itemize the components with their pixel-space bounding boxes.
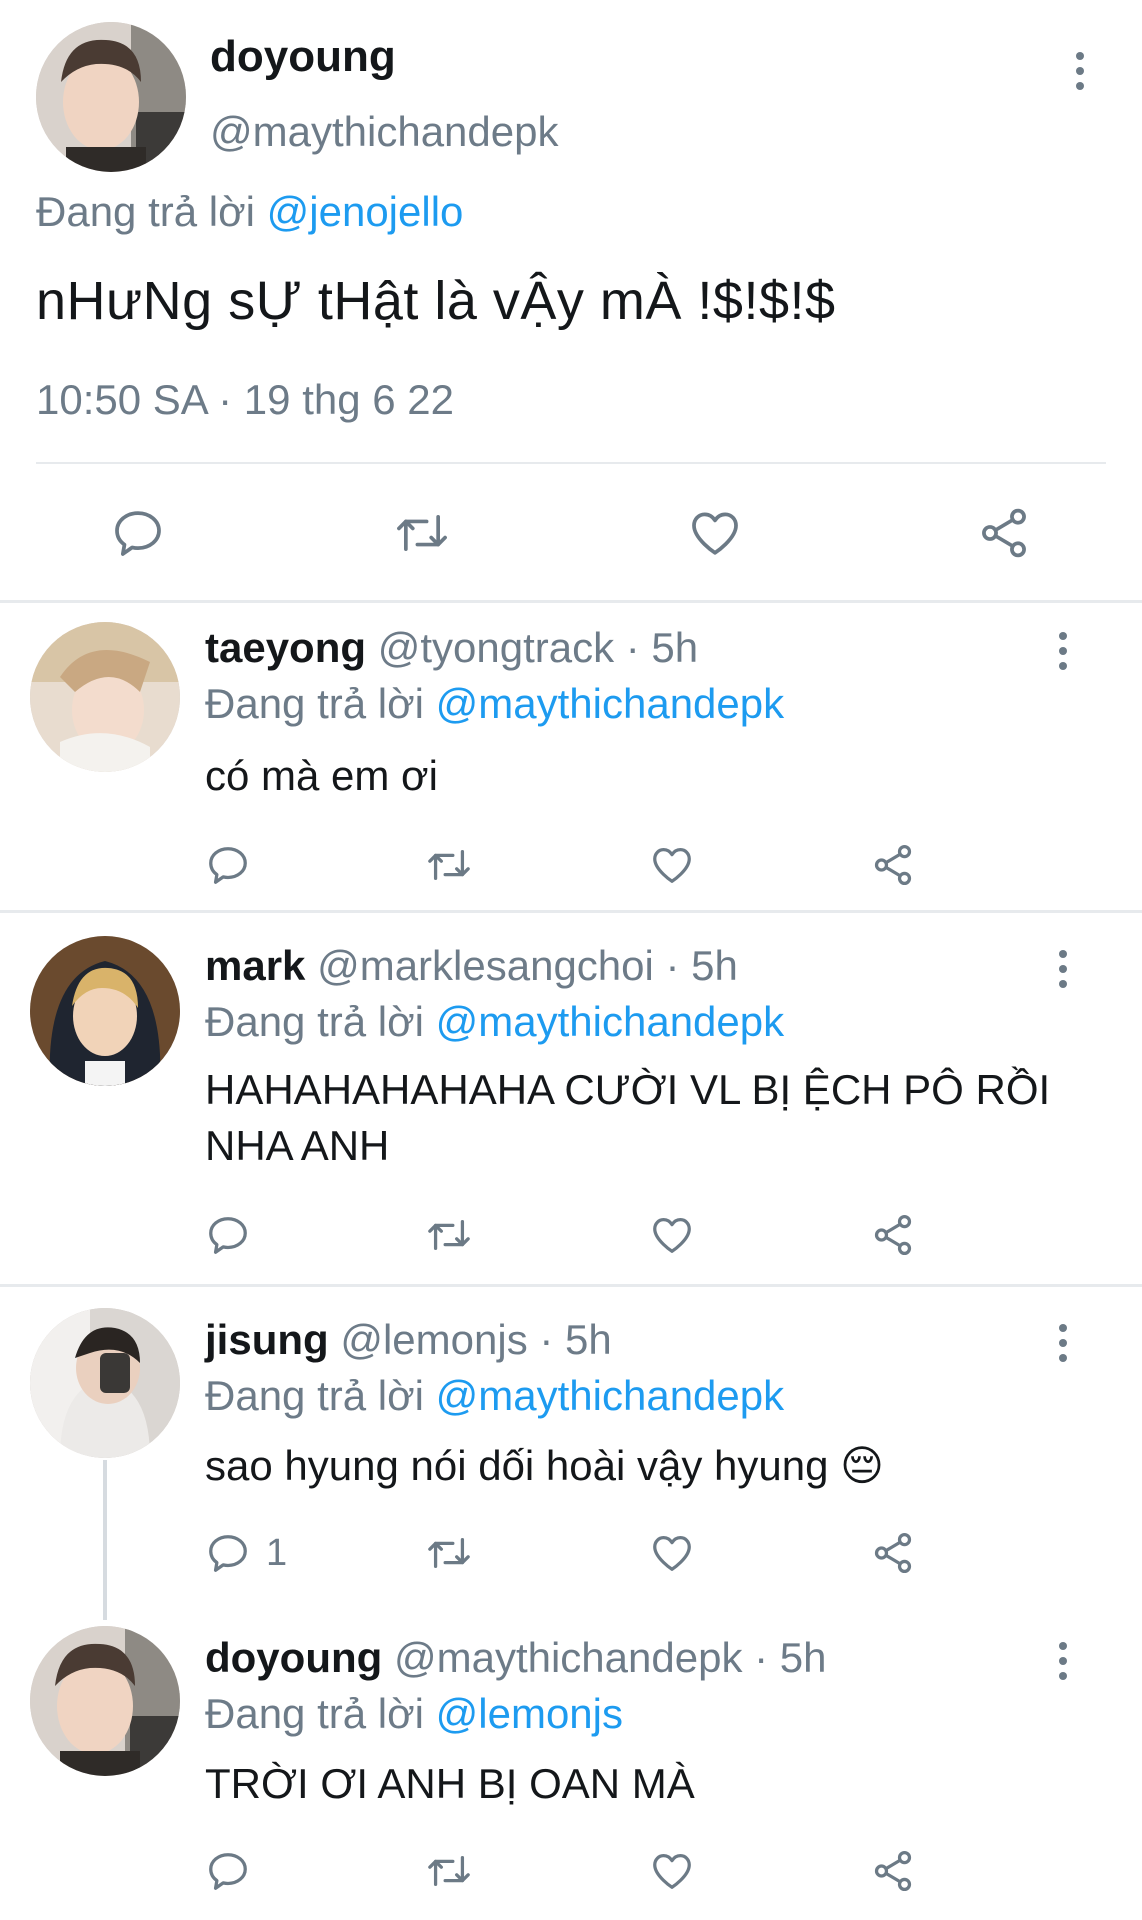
- author-handle[interactable]: @marklesangchoi: [317, 942, 654, 989]
- author-handle[interactable]: @maythichandepk: [210, 108, 559, 156]
- list-item[interactable]: taeyong @tyongtrack · 5h Đang trả lời @m…: [0, 600, 1142, 910]
- list-item[interactable]: mark @marklesangchoi · 5h Đang trả lời @…: [0, 912, 1142, 1284]
- share-icon[interactable]: [976, 505, 1032, 561]
- retweet-icon[interactable]: [424, 1212, 474, 1263]
- author-handle[interactable]: @lemonjs: [340, 1316, 527, 1363]
- replying-to: Đang trả lời @jenojello: [36, 188, 463, 236]
- share-icon[interactable]: [870, 1212, 916, 1263]
- reply-time: · 5h: [754, 1634, 827, 1681]
- share-icon[interactable]: [870, 1530, 916, 1581]
- more-options-icon[interactable]: [1058, 632, 1068, 670]
- like-icon[interactable]: [648, 1530, 696, 1581]
- author-handle[interactable]: @maythichandepk: [394, 1634, 743, 1681]
- like-icon[interactable]: [648, 1212, 696, 1263]
- replying-prefix: Đang trả lời: [205, 1372, 424, 1419]
- avatar[interactable]: [36, 22, 186, 172]
- like-icon[interactable]: [686, 505, 744, 561]
- more-options-icon[interactable]: [1058, 950, 1068, 988]
- reply-icon[interactable]: [110, 505, 166, 561]
- reply-text: TRỜI ƠI ANH BỊ OAN MÀ: [205, 1760, 695, 1807]
- replying-to: Đang trả lời @lemonjs: [205, 1690, 623, 1738]
- like-icon[interactable]: [648, 842, 696, 893]
- list-item[interactable]: jisung @lemonjs · 5h Đang trả lời @mayth…: [0, 1286, 1142, 1626]
- reply-header: mark @marklesangchoi · 5h: [205, 942, 738, 990]
- reply-icon[interactable]: [205, 1848, 251, 1899]
- replying-prefix: Đang trả lời: [205, 1690, 424, 1737]
- share-icon[interactable]: [870, 1848, 916, 1899]
- replying-to-link[interactable]: @maythichandepk: [436, 998, 785, 1045]
- reply-text: HAHAHAHAHAHA CƯỜI VL BỊ ỆCH PÔ RỒI NHA A…: [205, 1066, 1051, 1169]
- more-options-icon[interactable]: [1058, 1642, 1068, 1680]
- retweet-icon[interactable]: [424, 842, 474, 893]
- author-name[interactable]: jisung: [205, 1316, 329, 1363]
- author-name[interactable]: doyoung: [205, 1634, 382, 1681]
- retweet-icon[interactable]: [424, 1848, 474, 1899]
- retweet-icon[interactable]: [424, 1530, 474, 1581]
- more-options-icon[interactable]: [1075, 52, 1085, 90]
- replying-to-link[interactable]: @jenojello: [267, 188, 464, 235]
- reply-time: · 5h: [625, 624, 699, 671]
- divider: [36, 462, 1106, 464]
- replying-prefix: Đang trả lời: [205, 680, 424, 727]
- list-item[interactable]: doyoung @maythichandepk · 5h Đang trả lờ…: [0, 1604, 1142, 1920]
- tweet-timestamp: 10:50 SA · 19 thg 6 22: [36, 376, 454, 423]
- replying-to-link[interactable]: @maythichandepk: [436, 1372, 785, 1419]
- reply-time: · 5h: [665, 942, 738, 989]
- replying-to: Đang trả lời @maythichandepk: [205, 1372, 784, 1420]
- more-options-icon[interactable]: [1058, 1324, 1068, 1362]
- reply-count: 1: [266, 1532, 288, 1574]
- reply-header: jisung @lemonjs · 5h: [205, 1316, 612, 1364]
- reply-icon[interactable]: [205, 842, 251, 893]
- author-name[interactable]: mark: [205, 942, 305, 989]
- reply-time: · 5h: [539, 1316, 612, 1363]
- retweet-icon[interactable]: [392, 505, 452, 561]
- reply-header: doyoung @maythichandepk · 5h: [205, 1634, 827, 1682]
- replying-prefix: Đang trả lời: [205, 998, 424, 1045]
- replying-to: Đang trả lời @maythichandepk: [205, 998, 784, 1046]
- share-icon[interactable]: [870, 842, 916, 893]
- tweet-text: nHưNg sỰ tHật là vẬy mÀ !$!$!$: [36, 271, 836, 331]
- like-icon[interactable]: [648, 1848, 696, 1899]
- author-handle[interactable]: @tyongtrack: [378, 624, 614, 671]
- replying-to-link[interactable]: @lemonjs: [436, 1690, 623, 1737]
- replying-to: Đang trả lời @maythichandepk: [205, 680, 784, 728]
- reply-text: sao hyung nói dối hoài vậy hyung 😔: [205, 1442, 884, 1489]
- author-name[interactable]: taeyong: [205, 624, 366, 671]
- reply-header: taeyong @tyongtrack · 5h: [205, 624, 698, 672]
- replying-to-link[interactable]: @maythichandepk: [436, 680, 785, 727]
- author-name[interactable]: doyoung: [210, 32, 396, 82]
- replying-prefix: Đang trả lời: [36, 188, 255, 235]
- reply-text: có mà em ơi: [205, 752, 438, 799]
- reply-icon[interactable]: [205, 1212, 251, 1263]
- reply-icon[interactable]: [205, 1530, 251, 1581]
